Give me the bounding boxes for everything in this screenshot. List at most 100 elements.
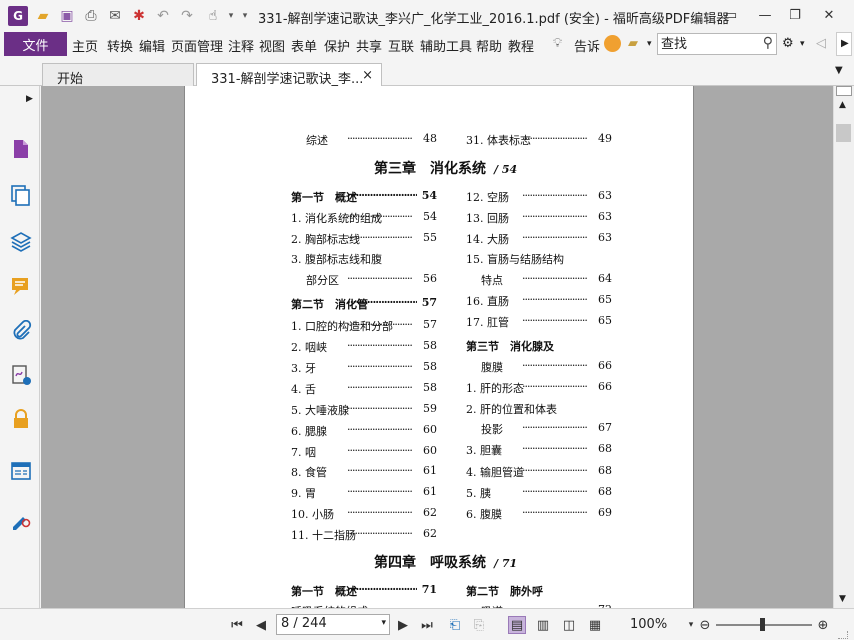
print-icon[interactable]: ⎙ xyxy=(82,7,100,25)
vertical-scrollbar[interactable]: ▲ ▼ xyxy=(833,86,854,608)
search-input[interactable] xyxy=(658,34,754,54)
find-options-chevron-icon[interactable]: ▾ xyxy=(647,39,652,49)
scroll-thumb[interactable] xyxy=(836,124,851,142)
toc-page-number: 65 xyxy=(598,293,612,306)
hand-tool-icon[interactable]: ☝ xyxy=(204,7,222,25)
page-chevron-down-icon[interactable]: ▾ xyxy=(381,618,386,628)
window-resize-grip[interactable] xyxy=(838,631,848,639)
toc-entry: 17. 肛管 ·························· 65 xyxy=(466,314,612,330)
toc-entry-title: 15. 盲肠与结肠结构 xyxy=(466,253,564,266)
scroll-up-icon[interactable]: ▲ xyxy=(839,100,846,110)
toc-leader: ·························· xyxy=(347,402,413,415)
zoom-out-icon[interactable]: ⊖ xyxy=(696,616,714,634)
settings-chevron-icon[interactable]: ▾ xyxy=(800,39,805,49)
lightbulb-icon[interactable]: 💡︎ xyxy=(553,36,562,51)
menu-share[interactable]: 共享 xyxy=(356,36,382,55)
tab-close-icon[interactable]: × xyxy=(362,68,373,83)
ribbon-scroll-right-icon[interactable]: ▶ xyxy=(836,32,852,56)
chapter-title: 第四章 呼吸系统 xyxy=(374,555,486,571)
toc-leader: ·························· xyxy=(347,272,413,285)
restore-ribbon-icon[interactable]: ▭ xyxy=(718,4,744,26)
certificate-pen-icon[interactable] xyxy=(10,508,32,530)
menu-home[interactable]: 主页 xyxy=(72,36,98,55)
toc-leader: ·························· xyxy=(347,339,413,352)
toc-leader: ·························· xyxy=(522,485,588,498)
tab-label: 开始 xyxy=(57,72,84,87)
page-thumbnails-icon[interactable] xyxy=(10,138,32,160)
toc-page-number: 49 xyxy=(598,132,612,145)
next-view-icon[interactable]: ⎘ xyxy=(470,616,488,634)
menu-convert[interactable]: 转换 xyxy=(107,36,133,55)
layers-icon[interactable] xyxy=(10,230,32,252)
toc-section: 第二节 消化管 ·························· 57 xyxy=(291,296,437,312)
zoom-in-icon[interactable]: ⊕ xyxy=(814,616,832,634)
email-icon[interactable]: ✉ xyxy=(106,7,124,25)
previous-page-icon[interactable]: ◀ xyxy=(252,616,270,634)
tab-start[interactable]: 开始 xyxy=(42,63,194,87)
settings-gear-icon[interactable]: ⚙ xyxy=(782,36,794,51)
new-document-icon[interactable]: ✱ xyxy=(130,7,148,25)
app-logo-icon[interactable]: G xyxy=(8,6,28,26)
redo-icon[interactable]: ↷ xyxy=(178,7,196,25)
menu-page-management[interactable]: 页面管理 xyxy=(171,36,223,55)
toc-entry-title: 10. 小肠 xyxy=(291,508,334,521)
chapter-heading: 第三章 消化系统 / 54 xyxy=(374,158,517,178)
quick-access-menu-icon[interactable]: ▾ xyxy=(236,7,254,25)
toc-page-number: 62 xyxy=(423,506,437,519)
tab-document[interactable]: 331-解剖学速记歌诀_李... × xyxy=(196,63,382,87)
find-folder-icon[interactable]: ▰ xyxy=(628,36,638,51)
toc-entry-title: 1. 肝的形态 xyxy=(466,382,524,395)
save-icon[interactable]: ▣ xyxy=(58,7,76,25)
toc-entry-title: 2. 肝的位置和体表 xyxy=(466,403,557,416)
menu-accessibility[interactable]: 辅助工具 xyxy=(420,36,472,55)
signatures-icon[interactable] xyxy=(10,364,32,386)
toc-page-number: 58 xyxy=(423,381,437,394)
search-icon[interactable]: ⚲ xyxy=(763,35,773,51)
ribbon-scroll-left-icon[interactable]: ◁ xyxy=(816,36,826,51)
last-page-icon[interactable]: ⏭ xyxy=(418,616,436,634)
menu-protect[interactable]: 保护 xyxy=(324,36,350,55)
toc-leader: ·························· xyxy=(347,189,417,202)
toc-entry-title: 3. 腹部标志线和腹 xyxy=(291,253,382,266)
menu-help[interactable]: 帮助 xyxy=(476,36,502,55)
zoom-level[interactable]: 100% xyxy=(630,617,667,632)
tab-list-chevron-icon[interactable]: ▼ xyxy=(835,65,843,76)
facing-view-icon[interactable]: ◫ xyxy=(560,616,578,634)
content-panel-icon[interactable] xyxy=(10,460,32,482)
continuous-facing-view-icon[interactable]: ▦ xyxy=(586,616,604,634)
toc-entry: 8. 食管 ·························· 61 xyxy=(291,464,437,480)
minimize-button[interactable]: — xyxy=(752,4,778,26)
close-button[interactable]: ✕ xyxy=(816,4,842,26)
single-page-view-icon[interactable]: ▤ xyxy=(508,616,526,634)
security-lock-icon[interactable] xyxy=(10,408,32,430)
toc-entry: 1. 口腔的构造和分部 ·························· 57 xyxy=(291,318,437,334)
tell-me-label[interactable]: 告诉 xyxy=(574,36,600,55)
first-page-icon[interactable]: ⏮ xyxy=(228,616,246,634)
page-number-field[interactable]: 8 / 244 ▾ xyxy=(276,614,390,635)
comments-icon[interactable] xyxy=(10,275,32,297)
toc-entry: 6. 腹膜 ·························· 69 xyxy=(466,506,612,522)
scroll-split-handle[interactable] xyxy=(836,86,852,96)
scroll-down-icon[interactable]: ▼ xyxy=(839,594,846,604)
expand-panel-icon[interactable]: ▶ xyxy=(26,94,33,104)
menu-edit[interactable]: 编辑 xyxy=(139,36,165,55)
document-view[interactable]: 综述 ·························· 48 第一节 概述 ····… xyxy=(41,86,833,608)
open-folder-icon[interactable]: ▰ xyxy=(34,7,52,25)
menu-connect[interactable]: 互联 xyxy=(388,36,414,55)
menu-tutorial[interactable]: 教程 xyxy=(508,36,534,55)
menu-file[interactable]: 文件 xyxy=(4,32,67,56)
menu-form[interactable]: 表单 xyxy=(291,36,317,55)
bookmarks-icon[interactable] xyxy=(10,184,32,206)
previous-view-icon[interactable]: ⎗ xyxy=(446,616,464,634)
undo-icon[interactable]: ↶ xyxy=(154,7,172,25)
menu-comment[interactable]: 注释 xyxy=(228,36,254,55)
zoom-slider-thumb[interactable] xyxy=(760,618,765,631)
continuous-view-icon[interactable]: ▥ xyxy=(534,616,552,634)
search-box[interactable]: ⚲ xyxy=(657,33,777,55)
next-page-icon[interactable]: ▶ xyxy=(394,616,412,634)
maximize-button[interactable]: ❐ xyxy=(782,4,808,26)
attachments-icon[interactable] xyxy=(10,320,32,342)
tab-bar: 开始 331-解剖学速记歌诀_李... × ▼ xyxy=(0,58,854,87)
menu-view[interactable]: 视图 xyxy=(259,36,285,55)
feedback-icon[interactable] xyxy=(604,35,621,52)
